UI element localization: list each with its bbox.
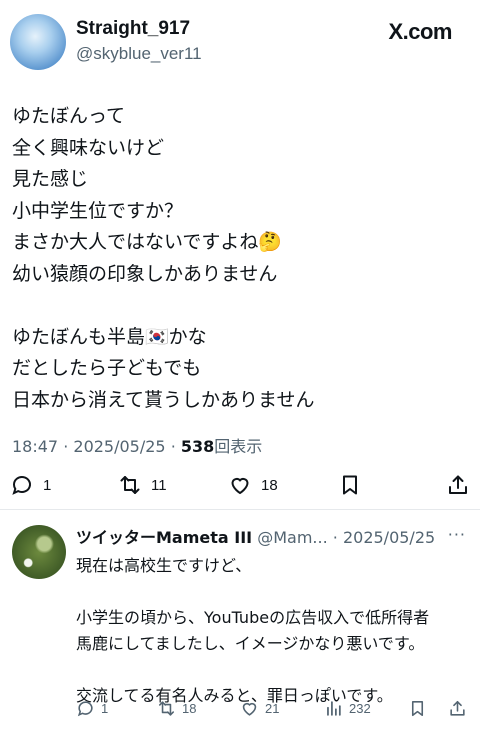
tweet-line: まさか大人ではないですよね🤔: [12, 231, 283, 253]
like-button[interactable]: 18: [228, 470, 278, 500]
views-count: 538: [180, 437, 215, 456]
tweet-header: Straight_917 @skyblue_ver11 X.com: [0, 0, 480, 80]
reply-blank-line: [76, 657, 476, 683]
repost-count: 11: [151, 476, 167, 494]
tweet-line: 日本から消えて貰うしかありません: [12, 388, 315, 411]
repost-icon: [158, 700, 175, 716]
reply-date[interactable]: 2025/05/25: [343, 528, 435, 547]
meta-separator: ·: [63, 437, 69, 456]
reply-author-name[interactable]: ツイッターMameta III: [76, 528, 252, 547]
tweet-meta: 18:47 · 2025/05/25 · 538回表示: [12, 433, 262, 457]
tweet-action-bar: 1 11 18: [0, 470, 480, 500]
reply-repost-button[interactable]: 18: [157, 695, 196, 721]
tweet-line: 全く興味ないけど: [12, 136, 165, 159]
author-avatar[interactable]: [10, 14, 66, 70]
views-label: 回表示: [214, 437, 263, 456]
author-handle[interactable]: @skyblue_ver11: [76, 44, 202, 64]
reply-button[interactable]: 1: [10, 470, 51, 500]
reply-reply-button[interactable]: 1: [76, 695, 108, 721]
reply-line: 現在は高校生ですけど、: [76, 556, 252, 575]
tweet-line: ゆたぼんって: [12, 105, 126, 127]
like-icon: [231, 477, 249, 495]
share-icon: [450, 700, 465, 716]
reply-views-button[interactable]: 232: [324, 695, 371, 721]
repost-button[interactable]: 11: [118, 470, 167, 500]
meta-separator: ·: [332, 528, 338, 547]
bookmark-button[interactable]: [338, 470, 362, 500]
reply-views-count: 232: [349, 700, 371, 716]
reply-count: 1: [43, 476, 52, 494]
reply-share-button[interactable]: [448, 695, 467, 721]
more-icon[interactable]: ···: [448, 525, 466, 544]
share-icon: [449, 475, 467, 494]
repost-icon: [120, 476, 140, 494]
tweet-line: 幼い猿顔の印象しかありません: [12, 262, 278, 285]
reply-author-avatar[interactable]: [12, 525, 66, 579]
tweet-text: ゆたぼんって 全く興味ないけど 見た感じ 小中学生位ですか？ まさか大人ではない…: [12, 101, 472, 416]
views-icon: [327, 700, 341, 716]
reply-like-count: 21: [265, 700, 280, 716]
reply-author-handle[interactable]: @Mam...: [257, 528, 327, 547]
reply-header: ツイッターMameta III @Mam... · 2025/05/25: [76, 524, 435, 548]
tweet-line: 小中学生位ですか？: [12, 199, 184, 222]
author-display-name[interactable]: Straight_917: [76, 18, 190, 40]
tweet-line: だとしたら子どもでも: [12, 357, 202, 379]
reply-icon: [12, 476, 31, 495]
bookmark-icon: [343, 475, 357, 495]
reply-text: 現在は高校生ですけど、 小学生の頃から、YouTubeの広告収入で低所得者 馬鹿…: [76, 553, 476, 709]
like-count: 18: [261, 476, 278, 494]
bookmark-icon: [411, 700, 424, 716]
reply-repost-count: 18: [182, 700, 197, 716]
reply-blank-line: [76, 579, 476, 605]
reply-action-bar: 1 18 21 232: [0, 695, 480, 721]
reply-reply-count: 1: [101, 700, 109, 716]
tweet-date[interactable]: 2025/05/25: [73, 437, 165, 456]
share-button[interactable]: [446, 470, 470, 500]
meta-separator: ·: [170, 437, 176, 456]
tweet-line: 見た感じ: [12, 168, 89, 190]
tweet-line: ゆたぼんも半島🇰🇷かな: [12, 325, 207, 348]
reply-line: 馬鹿にしてましたし、イメージかなり悪いです。: [76, 634, 425, 653]
section-divider: [0, 509, 480, 510]
reply-icon: [77, 700, 93, 716]
reply-like-button[interactable]: 21: [240, 695, 279, 721]
reply-line: 小学生の頃から、YouTubeの広告収入で低所得者: [76, 608, 430, 627]
tweet-time[interactable]: 18:47: [12, 437, 58, 456]
x-com-watermark: X.com: [388, 19, 452, 44]
reply-bookmark-button[interactable]: [408, 695, 427, 721]
like-icon: [242, 702, 257, 716]
